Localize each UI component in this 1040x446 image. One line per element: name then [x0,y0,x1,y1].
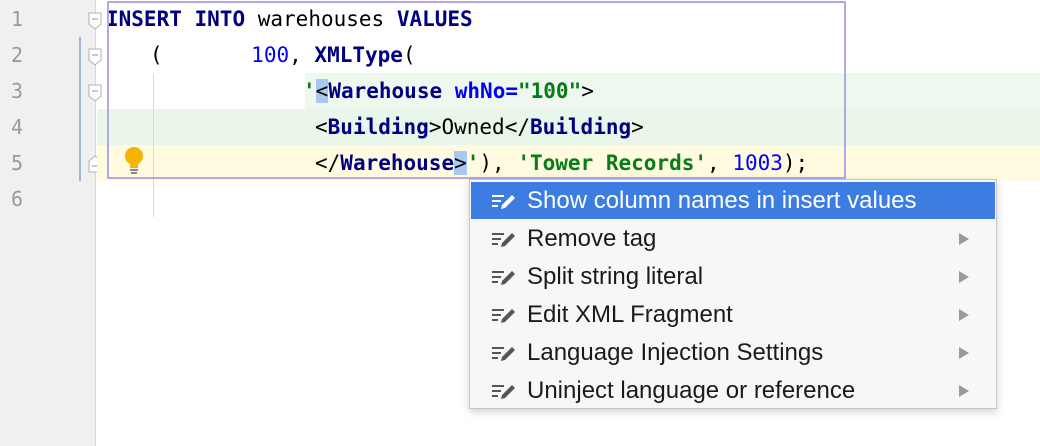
line-number[interactable]: 2 [0,37,34,73]
menu-item-label: Uninject language or reference [527,376,856,404]
menu-item-label: Split string literal [527,262,704,290]
triangle-right-icon[interactable] [955,308,973,322]
line-number[interactable]: 1 [0,1,34,37]
line-number[interactable]: 6 [0,181,34,217]
line-number[interactable]: 3 [0,73,34,109]
line-number[interactable]: 4 [0,109,34,145]
menu-item-label: Show column names in insert values [527,186,917,214]
edit-pencil-icon [491,227,521,251]
menu-item-remove-tag[interactable]: Remove tag [471,220,995,257]
edit-pencil-icon [491,265,521,289]
menu-item-uninject-language[interactable]: Uninject language or reference [471,372,995,409]
menu-item-label: Language Injection Settings [527,338,824,366]
lightbulb-icon[interactable] [124,145,144,179]
intention-actions-popup: Show column names in insert values Remov… [469,179,997,409]
line-number[interactable]: 5 [0,145,34,181]
edit-pencil-icon [491,303,521,327]
menu-item-show-column-names[interactable]: Show column names in insert values [471,182,995,219]
triangle-right-icon[interactable] [955,346,973,360]
edit-pencil-icon [491,189,521,213]
menu-item-language-injection-settings[interactable]: Language Injection Settings [471,334,995,371]
edit-pencil-icon [491,341,521,365]
menu-item-label: Edit XML Fragment [527,300,733,328]
menu-item-edit-xml-fragment[interactable]: Edit XML Fragment [471,296,995,333]
triangle-right-icon[interactable] [955,270,973,284]
menu-item-split-string-literal[interactable]: Split string literal [471,258,995,295]
triangle-right-icon[interactable] [955,232,973,246]
editor-gutter: 1 2 3 4 5 6 [0,0,96,446]
statement-highlight-box [107,1,846,179]
triangle-right-icon[interactable] [955,384,973,398]
vcs-change-marker[interactable] [79,37,81,181]
menu-item-label: Remove tag [527,224,657,252]
edit-pencil-icon [491,379,521,403]
